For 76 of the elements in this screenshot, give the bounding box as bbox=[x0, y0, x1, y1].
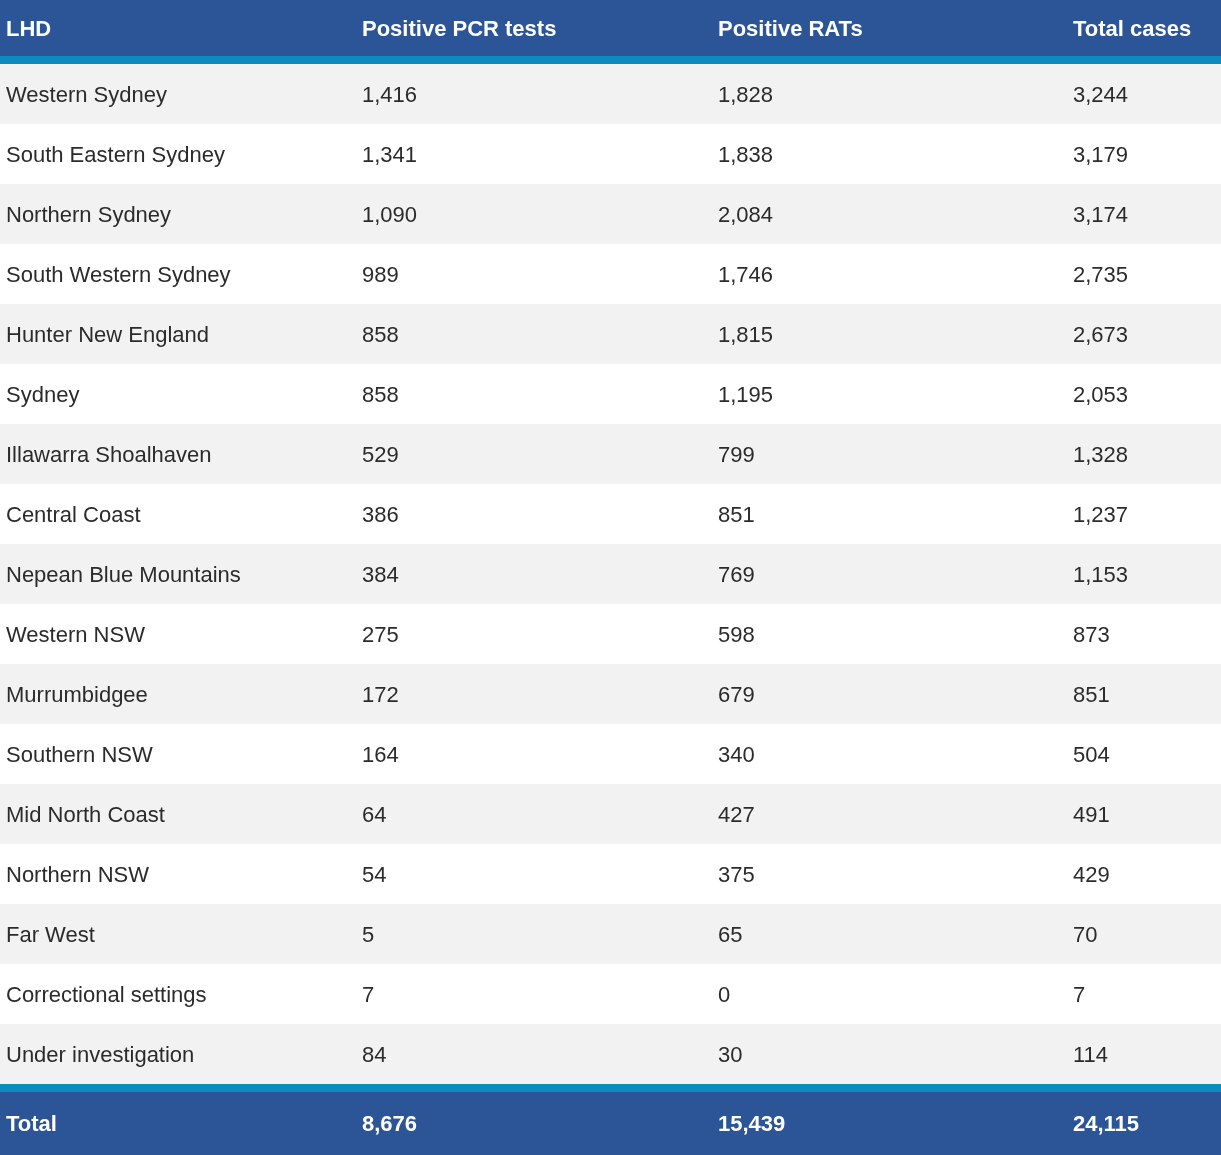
table-cell-text: 1,328 bbox=[1072, 440, 1130, 469]
table-cell-text: Mid North Coast bbox=[5, 800, 166, 829]
table-cell-text: South Western Sydney bbox=[5, 260, 232, 289]
table-cell-text: 2,673 bbox=[1072, 320, 1130, 349]
table-cell-text: 275 bbox=[361, 620, 400, 649]
table-cell-text: 7 bbox=[1072, 980, 1087, 1009]
table-cell-text: 114 bbox=[1072, 1040, 1110, 1069]
table-cell-text: 172 bbox=[361, 680, 400, 709]
table-cell-text: South Eastern Sydney bbox=[5, 140, 226, 169]
table-cell-text: 529 bbox=[361, 440, 400, 469]
table-cell-text: 3,174 bbox=[1072, 200, 1130, 229]
table-cell-text: Western NSW bbox=[5, 620, 146, 649]
table-cell-text: 858 bbox=[361, 380, 400, 409]
table-cell-text: 873 bbox=[1072, 620, 1111, 649]
table-cell-text: Nepean Blue Mountains bbox=[5, 560, 242, 589]
total-cell-text: 8,676 bbox=[361, 1110, 419, 1138]
table-cell-text: Northern Sydney bbox=[5, 200, 173, 229]
table-cell-text: Correctional settings bbox=[5, 980, 208, 1009]
table-cell-text: 70 bbox=[1072, 920, 1099, 949]
table-cell-text: 384 bbox=[361, 560, 400, 589]
table-cell-text: 427 bbox=[717, 800, 756, 829]
column-header: Positive PCR tests bbox=[361, 14, 558, 43]
table-cell-text: Southern NSW bbox=[5, 740, 154, 769]
table-cell-text: 2,084 bbox=[717, 200, 775, 229]
table-cell-text: Illawarra Shoalhaven bbox=[5, 440, 213, 469]
table-cell-text: 164 bbox=[361, 740, 400, 769]
table-cell-text: 491 bbox=[1072, 800, 1111, 829]
table-cell-text: Murrumbidgee bbox=[5, 680, 149, 709]
table-cell-text: Far West bbox=[5, 920, 96, 949]
table-cell-text: 65 bbox=[717, 920, 744, 949]
table-cell-text: 1,838 bbox=[717, 140, 775, 169]
table-cell-text: 598 bbox=[717, 620, 756, 649]
table-cell-text: 1,341 bbox=[361, 140, 419, 169]
table-cell-text: 851 bbox=[717, 500, 756, 529]
total-cell-text: Total bbox=[5, 1110, 58, 1138]
table-cell-text: 1,746 bbox=[717, 260, 775, 289]
table-cell-text: 1,416 bbox=[361, 80, 419, 109]
table-cell-text: 54 bbox=[361, 860, 388, 889]
table-cell-text: 1,153 bbox=[1072, 560, 1130, 589]
table-cell-text: 64 bbox=[361, 800, 388, 829]
table-cell-text: 769 bbox=[717, 560, 756, 589]
total-cell-text: 24,115 bbox=[1072, 1110, 1141, 1138]
table-cell-text: Western Sydney bbox=[5, 80, 168, 109]
table-cell-text: Under investigation bbox=[5, 1040, 196, 1069]
table-cell-text: 0 bbox=[717, 980, 732, 1009]
table-cell-text: 3,179 bbox=[1072, 140, 1130, 169]
column-header: LHD bbox=[5, 14, 53, 43]
table-cell-text: 5 bbox=[361, 920, 376, 949]
table-cell-text: 7 bbox=[361, 980, 376, 1009]
table-cell-text: 851 bbox=[1072, 680, 1111, 709]
table-cell-text: 799 bbox=[717, 440, 756, 469]
table-cell-text: 1,237 bbox=[1072, 500, 1130, 529]
table-cell-text: Hunter New England bbox=[5, 320, 210, 349]
table-cell-text: 340 bbox=[717, 740, 756, 769]
column-header: Positive RATs bbox=[717, 14, 864, 43]
table-cell-text: Sydney bbox=[5, 380, 81, 409]
table-cell-text: 84 bbox=[361, 1040, 388, 1069]
table-cell-text: Northern NSW bbox=[5, 860, 151, 889]
table-cell-text: 1,815 bbox=[717, 320, 775, 349]
total-cell-text: 15,439 bbox=[717, 1110, 787, 1138]
table-cell-text: 989 bbox=[361, 260, 400, 289]
column-header: Total cases bbox=[1072, 14, 1193, 43]
table-cell-text: Central Coast bbox=[5, 500, 142, 529]
table-cell-text: 1,090 bbox=[361, 200, 419, 229]
table-cell-text: 3,244 bbox=[1072, 80, 1130, 109]
table-cell-text: 1,828 bbox=[717, 80, 775, 109]
table-cell-text: 429 bbox=[1072, 860, 1111, 889]
table-cell-text: 386 bbox=[361, 500, 400, 529]
table-cell-text: 2,053 bbox=[1072, 380, 1130, 409]
table-cell-text: 2,735 bbox=[1072, 260, 1130, 289]
table-cell-text: 858 bbox=[361, 320, 400, 349]
table-cell-text: 375 bbox=[717, 860, 756, 889]
table-cell-text: 679 bbox=[717, 680, 756, 709]
table-cell-text: 1,195 bbox=[717, 380, 775, 409]
table-cell-text: 504 bbox=[1072, 740, 1111, 769]
table-cell-text: 30 bbox=[717, 1040, 744, 1069]
